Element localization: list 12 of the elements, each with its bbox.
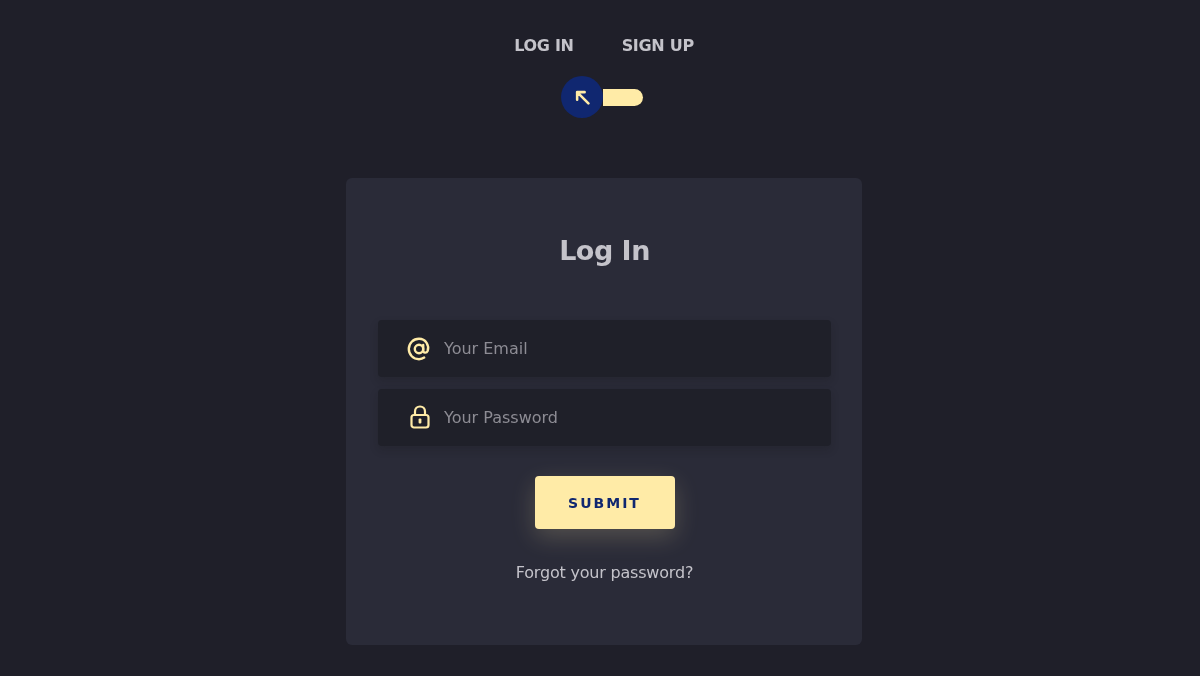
submit-button[interactable]: SUBMIT (534, 476, 675, 529)
arrow-icon (574, 89, 590, 105)
forgot-password-link[interactable]: Forgot your password? (515, 561, 694, 585)
signup-label[interactable]: SIGN UP (621, 35, 694, 57)
email-field[interactable]: Your Email (378, 320, 831, 377)
card-title: Log In (559, 234, 650, 268)
lock-icon (410, 405, 430, 429)
toggle-track[interactable] (603, 88, 643, 106)
login-label[interactable]: LOG IN (514, 35, 574, 57)
toggle-knob[interactable] (561, 76, 603, 118)
at-sign-icon (407, 337, 431, 361)
password-field[interactable]: Your Password (378, 389, 831, 446)
